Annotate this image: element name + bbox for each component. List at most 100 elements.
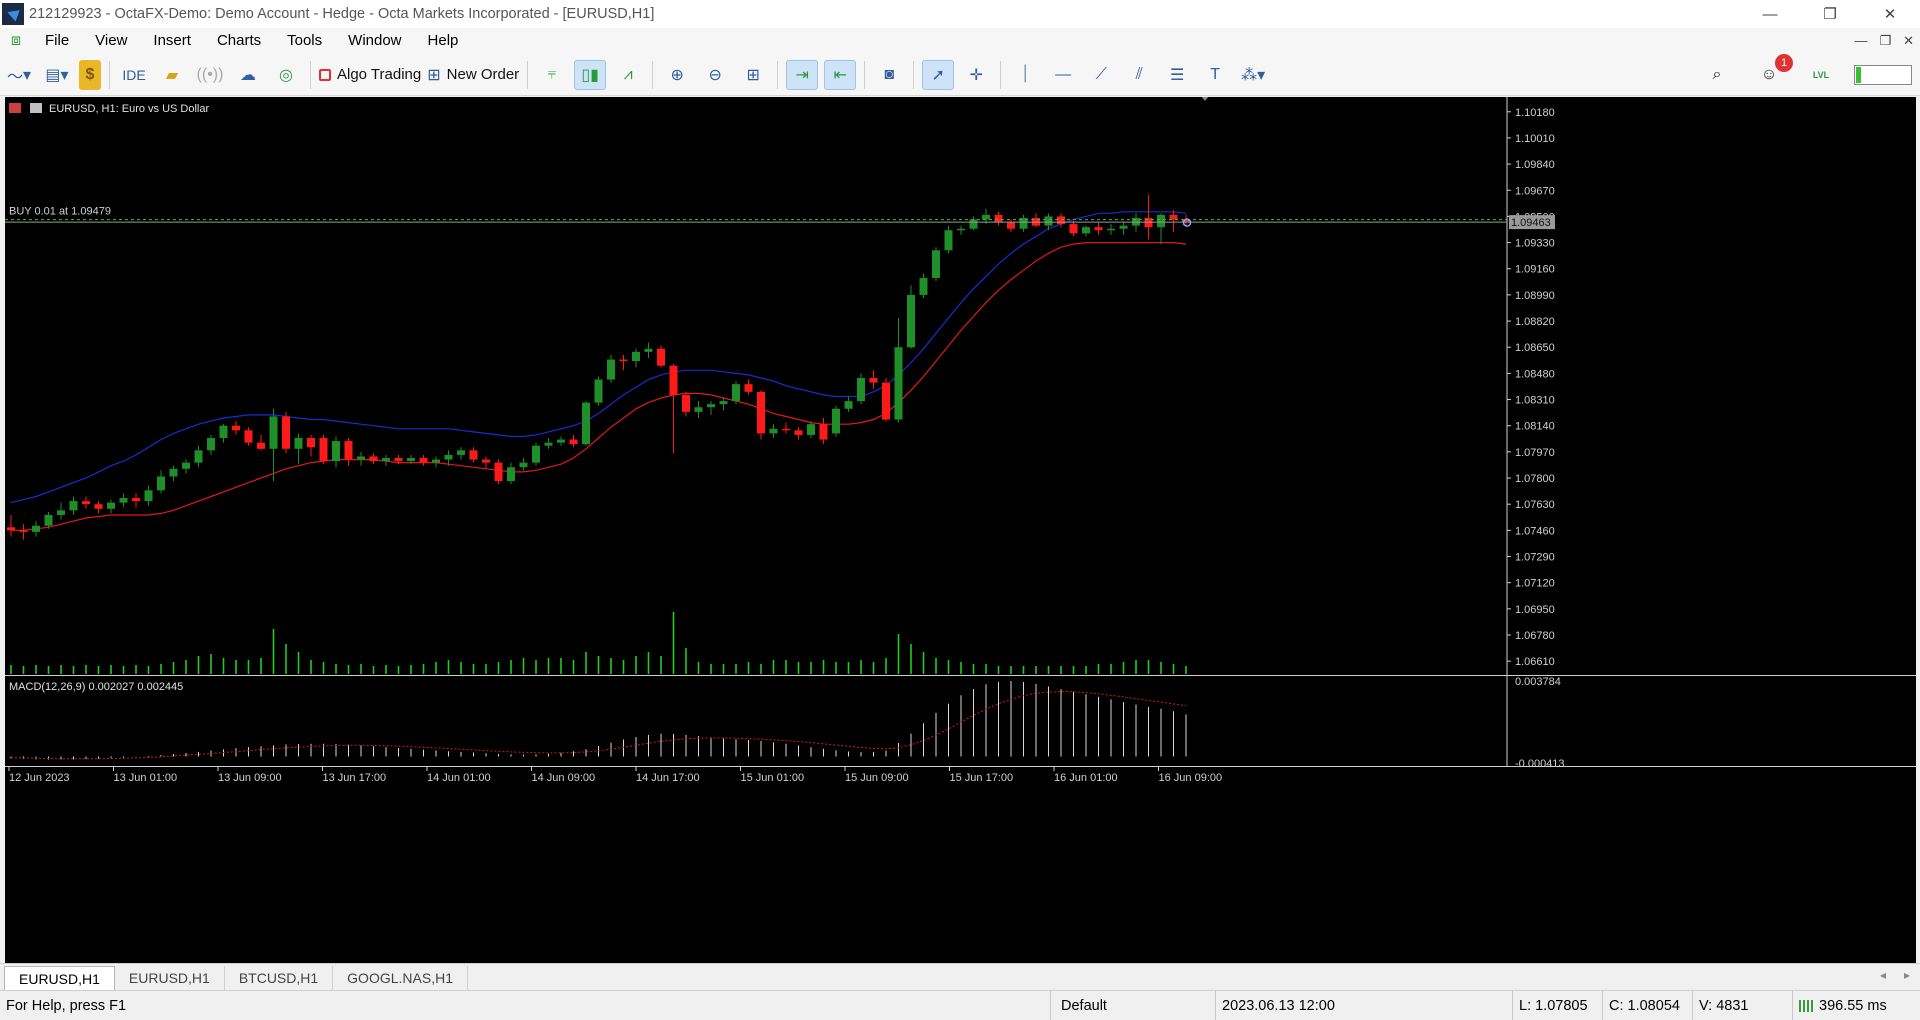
chat-icon: ☺ [1760,66,1778,83]
line-chart-button[interactable]: ⩘ [612,60,644,90]
candle-body [757,391,765,434]
status-profile-label: Default [1061,998,1107,1014]
tile-windows-button[interactable]: ⊞ [737,60,769,90]
crosshair-button[interactable]: ✛ [960,60,992,90]
menu-help[interactable]: Help [415,28,472,54]
notifications-button[interactable]: ☺ 1 [1753,54,1793,90]
search-icon: ⌕ [1712,66,1722,83]
horizontal-line-icon: — [1055,65,1072,83]
candle-body [419,458,428,463]
zoom-in-button[interactable]: ⊕ [661,60,693,90]
new-order-button[interactable]: ⊞ New Order [427,60,519,90]
toolbar-separator [1000,60,1002,89]
menu-tools[interactable]: Tools [274,28,335,54]
toolbar-separator [913,60,915,89]
price-axis-label: 1.08650 [1515,342,1555,354]
metaquotes-button[interactable]: ◎ [270,60,302,90]
menu-charts[interactable]: Charts [204,28,274,54]
tab-eurusd-h1-2[interactable]: EURUSD,H1 [115,966,225,990]
bar-chart-button[interactable]: ⫧ [536,60,568,90]
vps-button[interactable]: ☁ [232,60,264,90]
candle-body [169,468,178,477]
channel-button[interactable]: ⫽ [1123,60,1155,90]
tab-googl-nas-h1[interactable]: GOOGL.NAS,H1 [333,966,468,990]
candle-body [244,430,253,443]
tab-btcusd-h1[interactable]: BTCUSD,H1 [225,966,334,990]
restore-button[interactable]: ❐ [1800,0,1860,28]
candle-body [282,416,290,449]
chart-window-icon[interactable]: ⧈ [6,31,26,51]
status-volume: V: 4831 [1692,991,1792,1020]
text-button[interactable]: T [1199,60,1231,90]
fibonacci-button[interactable]: ☰ [1161,60,1193,90]
crosshair-icon: ✛ [969,66,983,84]
time-axis-label: 15 Jun 01:00 [741,772,805,784]
templates-dropdown[interactable]: ▤ ▾ [41,60,73,90]
globe-icon: ◎ [279,66,293,84]
algo-trading-button[interactable]: Algo Trading [319,60,421,90]
shop-button[interactable]: ▰ [156,60,188,90]
candle-body [344,441,353,460]
candle-body [144,490,153,502]
close-button[interactable]: ✕ [1860,0,1920,28]
menu-insert[interactable]: Insert [140,28,204,54]
candle-body [494,462,503,482]
screenshot-button[interactable]: ◙ [873,60,905,90]
shapes-dropdown[interactable]: ⁂ ▾ [1237,60,1269,90]
connection-meter-icon [1799,1000,1813,1013]
tab-eurusd-h1[interactable]: EURUSD,H1 [4,966,115,990]
time-axis-label: 13 Jun 17:00 [323,772,387,784]
mdi-restore-button[interactable]: ❐ [1879,28,1891,54]
ide-button[interactable]: IDE [118,60,150,90]
stop-square-icon [319,68,331,81]
candle-body [969,219,978,229]
lvl-button[interactable]: LVL [1805,60,1837,90]
search-button[interactable]: ⌕ [1701,60,1733,90]
candle-body [219,425,228,439]
autoscroll-button[interactable]: ⇥ [786,59,819,90]
candle-body [232,425,240,431]
algo-trading-label: Algo Trading [337,66,422,83]
candlestick-button[interactable]: ▯▮ [574,59,607,90]
tab-scroll-right-icon[interactable]: ▸ [1904,968,1910,982]
minimize-button[interactable]: — [1740,0,1800,28]
chart-type-dropdown[interactable]: 〜 ▾ [3,60,35,90]
menu-file[interactable]: File [32,28,82,54]
zoom-out-button[interactable]: ⊖ [699,60,731,90]
candle-body [844,401,853,409]
vertical-line-button[interactable]: ⏐ [1009,60,1041,90]
price-chart[interactable]: 1.101801.100101.098401.096701.095001.093… [5,97,1916,963]
candle-body [119,498,128,503]
chart-shift-button[interactable]: ⇤ [824,59,857,90]
signals-button[interactable]: ((•)) [194,60,226,90]
candle-body [594,379,603,403]
candle-body [682,394,690,412]
macd-axis-label-bottom: -0.000413 [1515,758,1565,770]
cursor-button[interactable]: ➚ [922,59,955,90]
price-axis-label: 1.07630 [1515,499,1555,511]
menu-view[interactable]: View [82,28,140,54]
chart-window[interactable]: 1.101801.100101.098401.096701.095001.093… [0,97,1920,963]
price-axis-label: 1.08480 [1515,368,1555,380]
status-profile[interactable]: Default [1050,991,1215,1020]
horizontal-line-button[interactable]: — [1047,60,1079,90]
market-button[interactable]: $ [79,59,101,90]
tab-scroll-left-icon[interactable]: ◂ [1880,968,1886,982]
mdi-minimize-button[interactable]: — [1854,28,1867,54]
menu-window[interactable]: Window [335,28,414,54]
price-axis-label: 1.08990 [1515,290,1555,302]
candle-body [869,377,878,383]
template-icon: ▤ [45,66,61,84]
mdi-close-button[interactable]: ✕ [1903,28,1914,54]
candle-body [657,348,665,366]
price-axis-label: 1.06950 [1515,604,1555,616]
status-low: L: 1.07805 [1512,991,1602,1020]
cursor-icon: ➚ [931,66,945,84]
tab-navigation: ◂ ▸ [1880,968,1910,982]
status-bar: For Help, press F1 Default 2023.06.13 12… [0,990,1920,1020]
candle-body [582,402,590,445]
ma-upper-line [10,211,1187,504]
time-axis-label: 15 Jun 17:00 [950,772,1014,784]
trendline-button[interactable]: ⟋ [1085,60,1117,90]
candle-body [944,230,953,251]
